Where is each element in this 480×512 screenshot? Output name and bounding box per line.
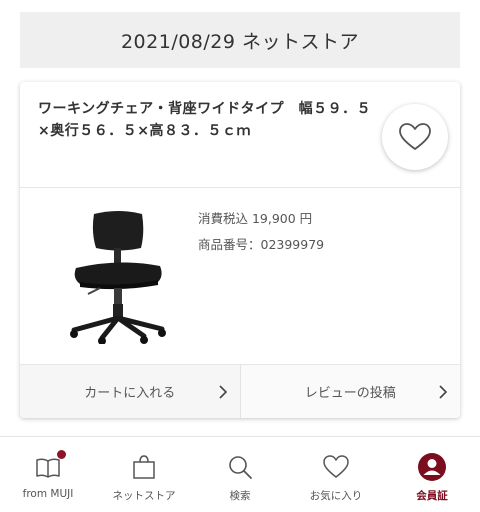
product-details: 消費税込 19,900 円 商品番号：02399979 — [20, 188, 460, 364]
product-actions: カートに入れる レビューの投稿 — [20, 364, 460, 418]
tabbar-divider — [0, 436, 480, 437]
product-card: ワーキングチェア・背座ワイドタイプ 幅５９．５×奥行５６．５×高８３．５ｃｍ 消… — [20, 82, 460, 418]
post-review-button[interactable]: レビューの投稿 — [239, 365, 460, 418]
product-name[interactable]: ワーキングチェア・背座ワイドタイプ 幅５９．５×奥行５６．５×高８３．５ｃｍ — [38, 98, 382, 142]
tab-label: ネットストア — [112, 490, 176, 502]
chevron-right-icon — [439, 384, 448, 399]
add-to-cart-button[interactable]: カートに入れる — [20, 365, 240, 418]
book-icon — [33, 450, 66, 482]
tab-member-card[interactable]: 会員証 — [384, 440, 480, 512]
product-price: 消費税込 19,900 円 — [198, 211, 313, 226]
add-to-cart-label: カートに入れる — [84, 386, 176, 401]
product-sku: 商品番号：02399979 — [198, 237, 325, 252]
chevron-right-icon — [218, 384, 227, 399]
purchase-history-screen: 2021/08/29 ネットストア ワーキングチェア・背座ワイドタイプ 幅５９．… — [0, 0, 480, 512]
post-review-label: レビューの投稿 — [304, 386, 396, 401]
search-icon — [225, 452, 255, 482]
office-chair-image[interactable] — [62, 208, 172, 344]
order-date-store-label: 2021/08/29 ネットストア — [120, 30, 360, 53]
notification-badge — [57, 450, 66, 459]
tab-net-store[interactable]: ネットストア — [96, 440, 192, 512]
tab-label: お気に入り — [309, 490, 363, 502]
heart-icon — [321, 452, 351, 482]
tab-label: from MUJI — [22, 488, 74, 500]
shopping-bag-icon — [129, 452, 159, 482]
bottom-tab-bar: from MUJI ネットストア 検索 お気に入り 会員証 — [0, 440, 480, 512]
order-date-header: 2021/08/29 ネットストア — [20, 12, 460, 68]
tab-search[interactable]: 検索 — [192, 440, 288, 512]
tab-label: 会員証 — [416, 490, 448, 502]
tab-from-muji[interactable]: from MUJI — [0, 440, 96, 512]
favorite-button[interactable] — [382, 104, 448, 170]
member-card-icon — [417, 452, 447, 482]
heart-icon — [399, 123, 431, 150]
tab-label: 検索 — [229, 490, 251, 502]
tab-favorites[interactable]: お気に入り — [288, 440, 384, 512]
product-card-header: ワーキングチェア・背座ワイドタイプ 幅５９．５×奥行５６．５×高８３．５ｃｍ — [20, 82, 460, 188]
